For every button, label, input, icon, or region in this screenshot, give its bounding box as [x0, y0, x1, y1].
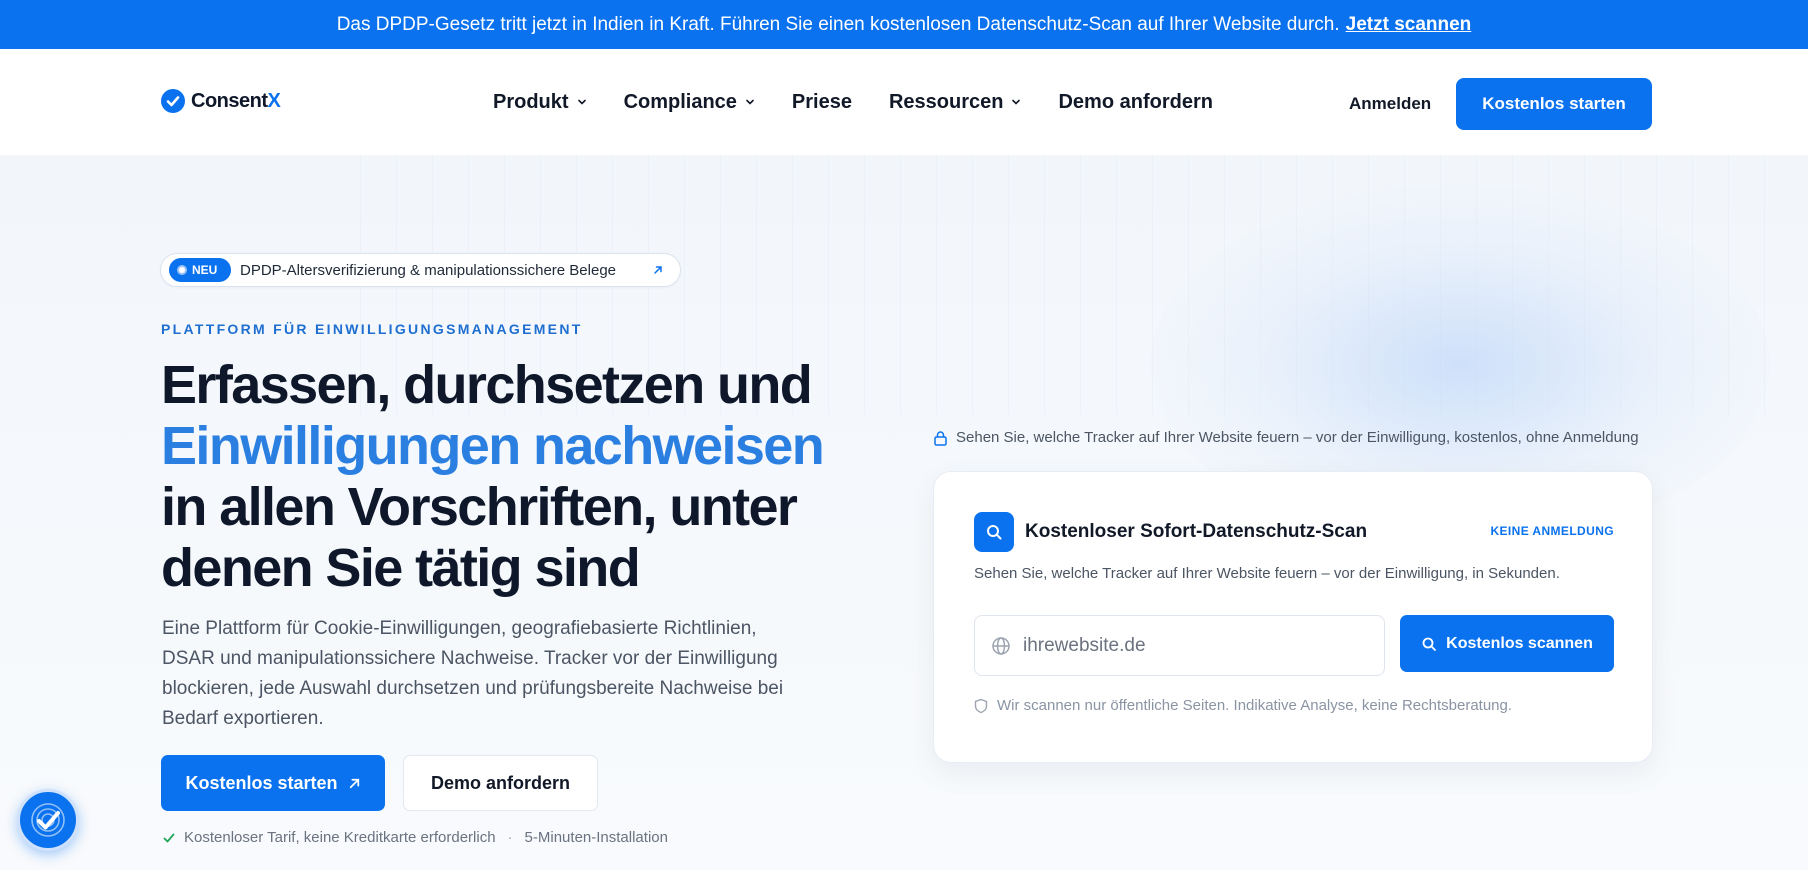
website-url-field[interactable]: [974, 615, 1385, 676]
arrow-up-right-icon: [349, 778, 359, 788]
search-icon: [974, 512, 1014, 552]
scan-card-subtitle: Sehen Sie, welche Tracker auf Ihrer Webs…: [974, 565, 1560, 582]
hero-demo-button[interactable]: Demo anfordern: [403, 755, 598, 811]
new-badge-label: NEU: [192, 263, 218, 277]
nav-item-label: Ressourcen: [888, 90, 1004, 113]
consent-widget-button[interactable]: [17, 789, 79, 851]
scan-free-button[interactable]: Kostenlos scannen: [1400, 615, 1614, 672]
nav-item-demo[interactable]: Demo anfordern: [1058, 91, 1212, 114]
headline-part-2: in allen Vorschriften, unter denen Sie t…: [161, 477, 798, 598]
trust-free-plan: Kostenloser Tarif, keine Kreditkarte erf…: [184, 829, 496, 846]
fingerprint-check-icon: [31, 803, 65, 837]
hero-eyebrow: PLATTFORM FÜR EINWILLIGUNGSMANAGEMENT: [161, 321, 583, 337]
globe-icon: [992, 636, 1010, 655]
hero-headline: Erfassen, durchsetzen und Einwilligungen…: [161, 355, 881, 599]
brand-logo[interactable]: ConsentX: [161, 89, 281, 113]
check-icon: [163, 833, 175, 842]
new-badge: NEU: [169, 258, 231, 282]
dot-icon: [177, 265, 187, 275]
top-navigation: ConsentX Produkt Compliance Priese Resso…: [0, 49, 1808, 155]
nav-start-free-button[interactable]: Kostenlos starten: [1456, 78, 1652, 130]
nav-menu: Produkt Compliance Priese Ressourcen Dem…: [493, 49, 1213, 155]
hero-start-free-label: Kostenlos starten: [185, 772, 338, 793]
scan-card: Kostenloser Sofort-Datenschutz-Scan KEIN…: [933, 471, 1653, 763]
lock-icon: [934, 430, 947, 446]
nav-item-label: Produkt: [493, 90, 569, 113]
arrow-up-right-icon: [654, 266, 662, 274]
chevron-down-icon: [1012, 99, 1021, 105]
check-badge-icon: [161, 89, 185, 113]
headline-accent: Einwilligungen nachweisen: [161, 416, 825, 476]
nav-item-compliance[interactable]: Compliance: [624, 91, 755, 114]
search-icon: [1422, 637, 1437, 651]
hero-start-free-button[interactable]: Kostenlos starten: [161, 755, 385, 811]
nav-item-label: Compliance: [623, 90, 737, 113]
announcement-text: Das DPDP-Gesetz tritt jetzt in Indien in…: [336, 13, 1340, 35]
announcement-badge[interactable]: NEU DPDP-Altersverifizierung & manipulat…: [160, 253, 681, 287]
website-url-input[interactable]: [1023, 634, 1363, 657]
announcement-scan-link[interactable]: Jetzt scannen: [1346, 14, 1472, 36]
nav-item-produkt[interactable]: Produkt: [493, 91, 587, 114]
nav-item-label: Priese: [791, 90, 852, 113]
chevron-down-icon: [746, 99, 754, 105]
signin-link[interactable]: Anmelden: [1349, 94, 1431, 114]
scan-note-text: Sehen Sie, welche Tracker auf Ihrer Webs…: [956, 429, 1639, 446]
nav-item-priese[interactable]: Priese: [792, 91, 852, 114]
scan-disclaimer-text: Wir scannen nur öffentliche Seiten. Indi…: [997, 697, 1513, 714]
announcement-bar: Das DPDP-Gesetz tritt jetzt in Indien in…: [0, 0, 1808, 49]
scan-card-title: Kostenloser Sofort-Datenschutz-Scan: [1025, 521, 1368, 542]
scan-free-label: Kostenlos scannen: [1446, 634, 1593, 652]
hero-lead: Eine Plattform für Cookie-Einwilligungen…: [162, 618, 784, 729]
trust-separator: ·: [507, 829, 513, 846]
trust-install-time: 5-Minuten-Installation: [524, 829, 668, 846]
brand-name: ConsentX: [191, 89, 281, 112]
shield-icon: [974, 698, 988, 713]
scan-note: Sehen Sie, welche Tracker auf Ihrer Webs…: [933, 429, 1639, 446]
headline-part-1: Erfassen, durchsetzen und: [161, 355, 813, 415]
trust-line: Kostenloser Tarif, keine Kreditkarte erf…: [162, 829, 668, 846]
nav-item-label: Demo anfordern: [1058, 90, 1213, 113]
no-signup-badge: KEINE ANMELDUNG: [1490, 524, 1614, 538]
chevron-down-icon: [577, 99, 586, 105]
nav-item-ressourcen[interactable]: Ressourcen: [889, 91, 1022, 114]
badge-text: DPDP-Altersverifizierung & manipulations…: [240, 261, 617, 279]
scan-disclaimer: Wir scannen nur öffentliche Seiten. Indi…: [974, 697, 1512, 714]
